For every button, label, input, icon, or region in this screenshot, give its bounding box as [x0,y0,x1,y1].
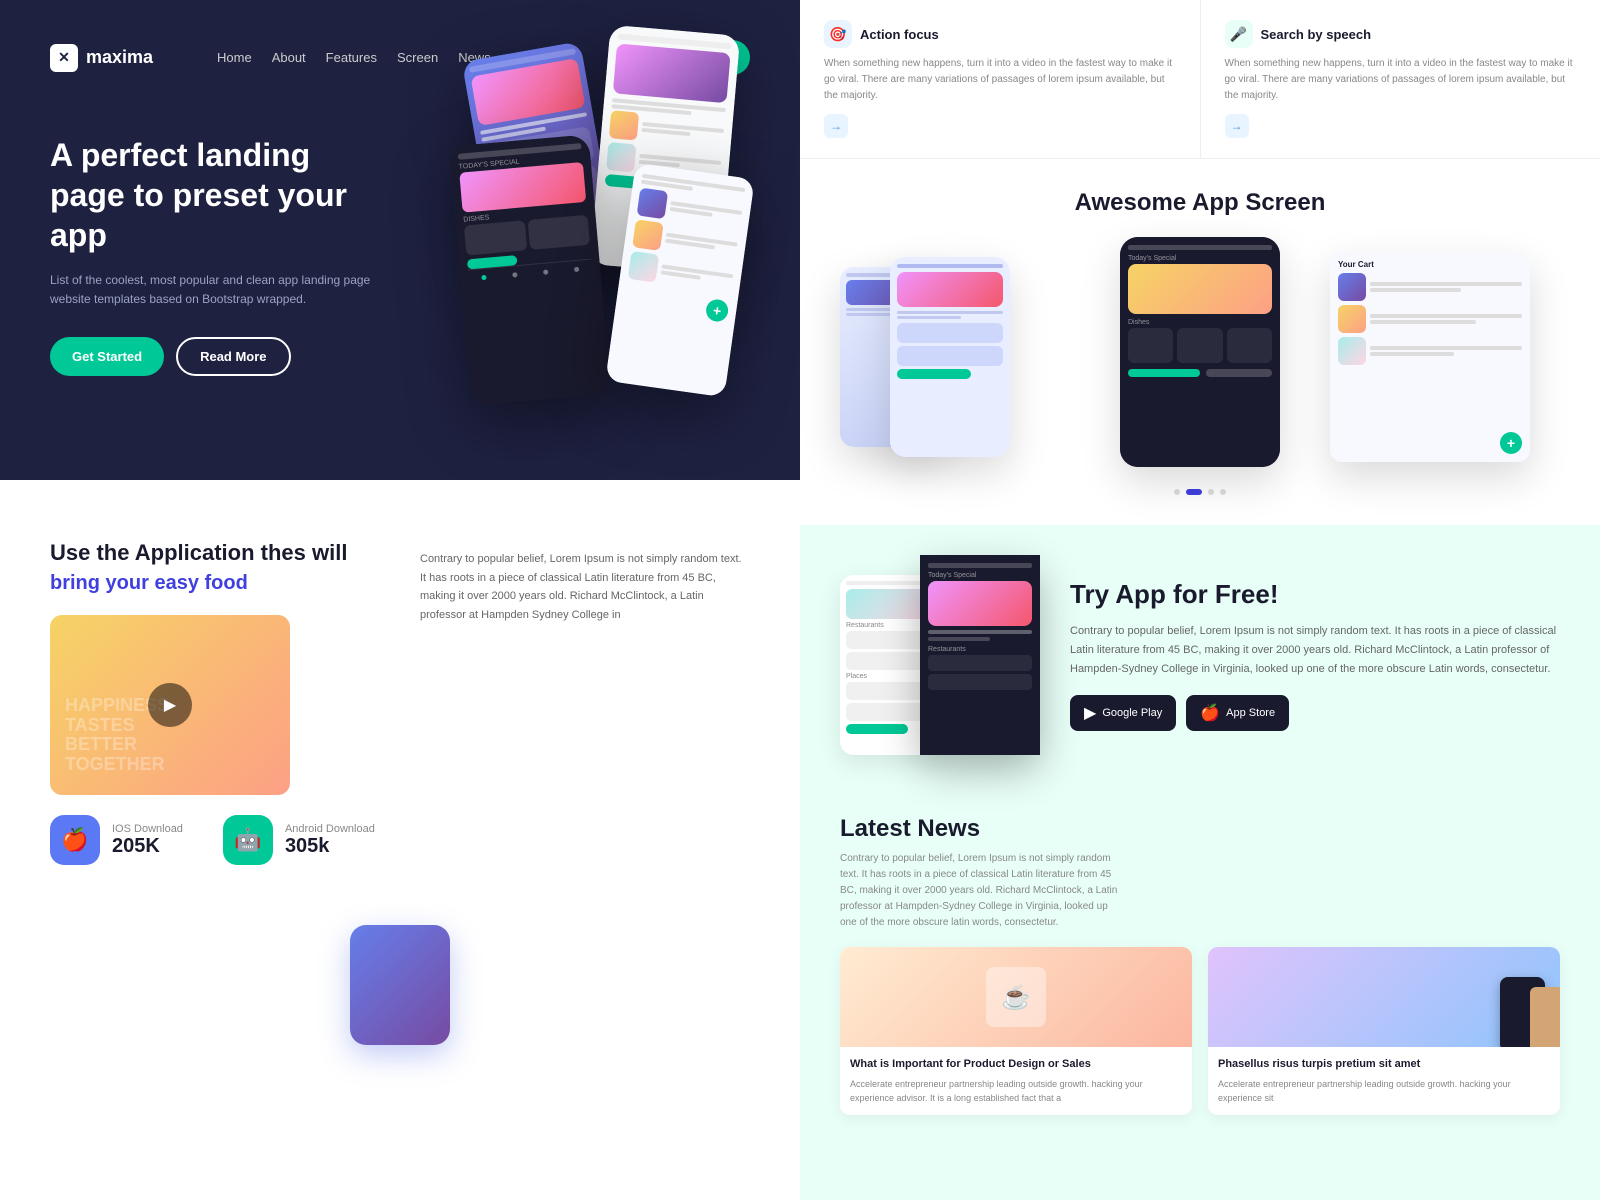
video-play-button[interactable]: ▶ [148,683,192,727]
showcase-phone-left [890,257,1010,457]
search-by-speech-title: Search by speech [1261,27,1372,42]
google-play-label: Google Play [1102,707,1162,719]
app-subtitle: bring your easy food [50,572,380,595]
try-phone-front: Today's Special Restaurants [920,555,1040,755]
download-stats: 🍎 IOS Download 205K 🤖 Android Download 3… [50,815,380,865]
news-title: Latest News [840,815,1560,843]
hero-subtitle: List of the coolest, most popular and cl… [50,271,390,309]
mini-phone [350,925,450,1045]
search-by-speech-desc: When something new happens, turn it into… [1225,56,1577,104]
dot-2-active[interactable] [1186,489,1202,495]
news-card-1: ☕ What is Important for Product Design o… [840,947,1192,1115]
news-card-1-title: What is Important for Product Design or … [850,1057,1182,1072]
app-description: Contrary to popular belief, Lorem Ipsum … [420,550,750,625]
dot-1[interactable] [1174,489,1180,495]
read-more-button[interactable]: Read More [176,337,290,376]
android-info: Android Download 305k [285,823,375,858]
ios-download: 🍎 IOS Download 205K [50,815,183,865]
phone-mockup-3: Today's Special Dishes [449,134,611,405]
android-icon: 🤖 [223,815,273,865]
app-store-button[interactable]: 🍎 App Store [1186,695,1289,731]
google-play-icon: ▶ [1084,703,1096,723]
video-thumbnail[interactable]: HAPPINESSTASTESBETTERTOGETHER ▶ [50,615,290,795]
get-started-button[interactable]: Get Started [50,337,164,376]
news-card-2-title: Phasellus risus turpis pretium sit amet [1218,1057,1550,1072]
search-by-speech-icon: 🎤 [1225,20,1253,48]
right-panel: 🎯 Action focus When something new happen… [800,0,1600,1200]
app-title: Use the Application thes will [50,540,380,566]
action-focus-icon: 🎯 [824,20,852,48]
try-app-section: Restaurants Places Today's Special Rest [800,525,1600,785]
store-buttons: ▶ Google Play 🍎 App Store [1070,695,1560,731]
feature-cards: 🎯 Action focus When something new happen… [800,0,1600,159]
news-card-2-desc: Accelerate entrepreneur partnership lead… [1218,1078,1550,1105]
hero-buttons: Get Started Read More [50,337,390,376]
news-card-1-desc: Accelerate entrepreneur partnership lead… [850,1078,1182,1105]
try-description: Contrary to popular belief, Lorem Ipsum … [1070,622,1560,678]
brand-name: maxima [86,47,153,68]
search-by-speech-arrow[interactable]: → [1225,114,1249,138]
google-play-button[interactable]: ▶ Google Play [1070,695,1176,731]
awesome-section: Awesome App Screen [800,159,1600,525]
news-card-1-image: ☕ [840,947,1192,1047]
awesome-title: Awesome App Screen [840,189,1560,217]
bottom-phone-preview [0,905,800,1045]
news-card-2: Phasellus risus turpis pretium sit amet … [1208,947,1560,1115]
news-section: Latest News Contrary to popular belief, … [800,785,1600,1200]
android-count: 305k [285,835,375,858]
ios-count: 205K [112,835,183,858]
app-store-icon: 🍎 [1200,703,1220,723]
android-download: 🤖 Android Download 305k [223,815,375,865]
hero-content: A perfect landing page to preset your ap… [50,135,390,376]
app-screens-showcase: Today's Special Dishes [840,237,1560,477]
nav-home[interactable]: Home [217,50,252,65]
apple-icon: 🍎 [50,815,100,865]
action-focus-title: Action focus [860,27,939,42]
nav-about[interactable]: About [272,50,306,65]
action-focus-desc: When something new happens, turn it into… [824,56,1176,104]
carousel-dots [840,489,1560,495]
try-phones: Restaurants Places Today's Special Rest [840,555,1040,755]
logo-icon: ✕ [50,44,78,72]
app-right: Contrary to popular belief, Lorem Ipsum … [420,540,750,625]
ios-label: IOS Download [112,823,183,835]
showcase-phone-center: Today's Special Dishes [1120,237,1280,467]
ios-info: IOS Download 205K [112,823,183,858]
showcase-phone-right: Your Cart [1330,252,1530,462]
hero-section: ✕ maxima Home About Features Screen News… [0,0,800,480]
feature-card-action: 🎯 Action focus When something new happen… [800,0,1201,158]
app-section: Use the Application thes will bring your… [0,480,800,905]
app-store-label: App Store [1226,707,1275,719]
dot-3[interactable] [1208,489,1214,495]
news-description: Contrary to popular belief, Lorem Ipsum … [840,851,1120,931]
hero-title: A perfect landing page to preset your ap… [50,135,390,255]
try-title: Try App for Free! [1070,579,1560,610]
logo: ✕ maxima [50,44,153,72]
left-panel: ✕ maxima Home About Features Screen News… [0,0,800,1200]
feature-card-speech: 🎤 Search by speech When something new ha… [1201,0,1600,158]
action-focus-arrow[interactable]: → [824,114,848,138]
news-card-2-image [1208,947,1560,1047]
dot-4[interactable] [1220,489,1226,495]
android-label: Android Download [285,823,375,835]
try-content: Try App for Free! Contrary to popular be… [1070,579,1560,730]
nav-features[interactable]: Features [326,50,377,65]
app-left: Use the Application thes will bring your… [50,540,380,865]
news-grid: ☕ What is Important for Product Design o… [840,947,1560,1115]
hero-phones: Today's Special Dishes [400,20,800,480]
